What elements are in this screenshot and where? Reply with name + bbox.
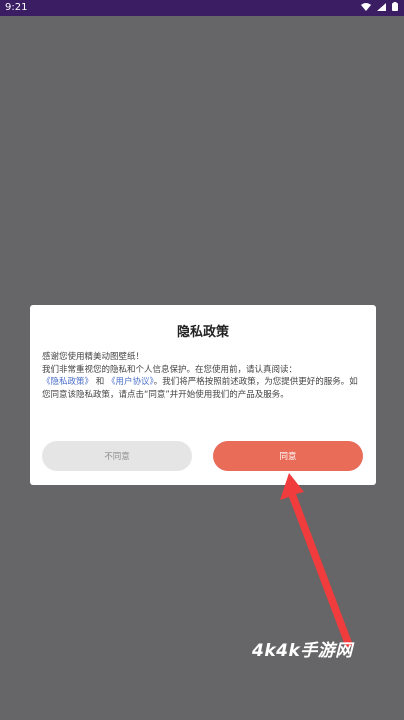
status-icons [361, 2, 398, 11]
watermark-text: 4k4k手游网 [252, 641, 353, 661]
body-line-2: 我们非常重视您的隐私和个人信息保护。在您使用前，请认真阅读： [42, 364, 298, 375]
status-time: 9:21 [5, 2, 28, 13]
privacy-policy-link[interactable]: 《隐私政策》 [42, 377, 93, 387]
dialog-body: 感谢您使用精美动图壁纸！ 我们非常重视您的隐私和个人信息保护。在您使用前，请认真… [42, 351, 364, 401]
body-paragraph: 《隐私政策》 和 《用户协议》。我们将严格按照前述政策，为您提供更好的服务。如您… [42, 376, 364, 401]
dialog-title: 隐私政策 [176, 325, 229, 340]
agree-button[interactable]: 同意 [213, 441, 363, 471]
wifi-icon [361, 2, 371, 11]
status-bar: 9:21 [0, 0, 404, 16]
disagree-button[interactable]: 不同意 [42, 441, 192, 471]
battery-icon [392, 2, 398, 11]
signal-icon [377, 2, 386, 11]
body-line-1: 感谢您使用精美动图壁纸！ [42, 352, 145, 362]
and-text: 和 [95, 377, 105, 387]
user-agreement-link[interactable]: 《用户协议》 [107, 377, 154, 387]
privacy-dialog: 隐私政策 感谢您使用精美动图壁纸！ 我们非常重视您的隐私和个人信息保护。在您使用… [30, 305, 376, 485]
